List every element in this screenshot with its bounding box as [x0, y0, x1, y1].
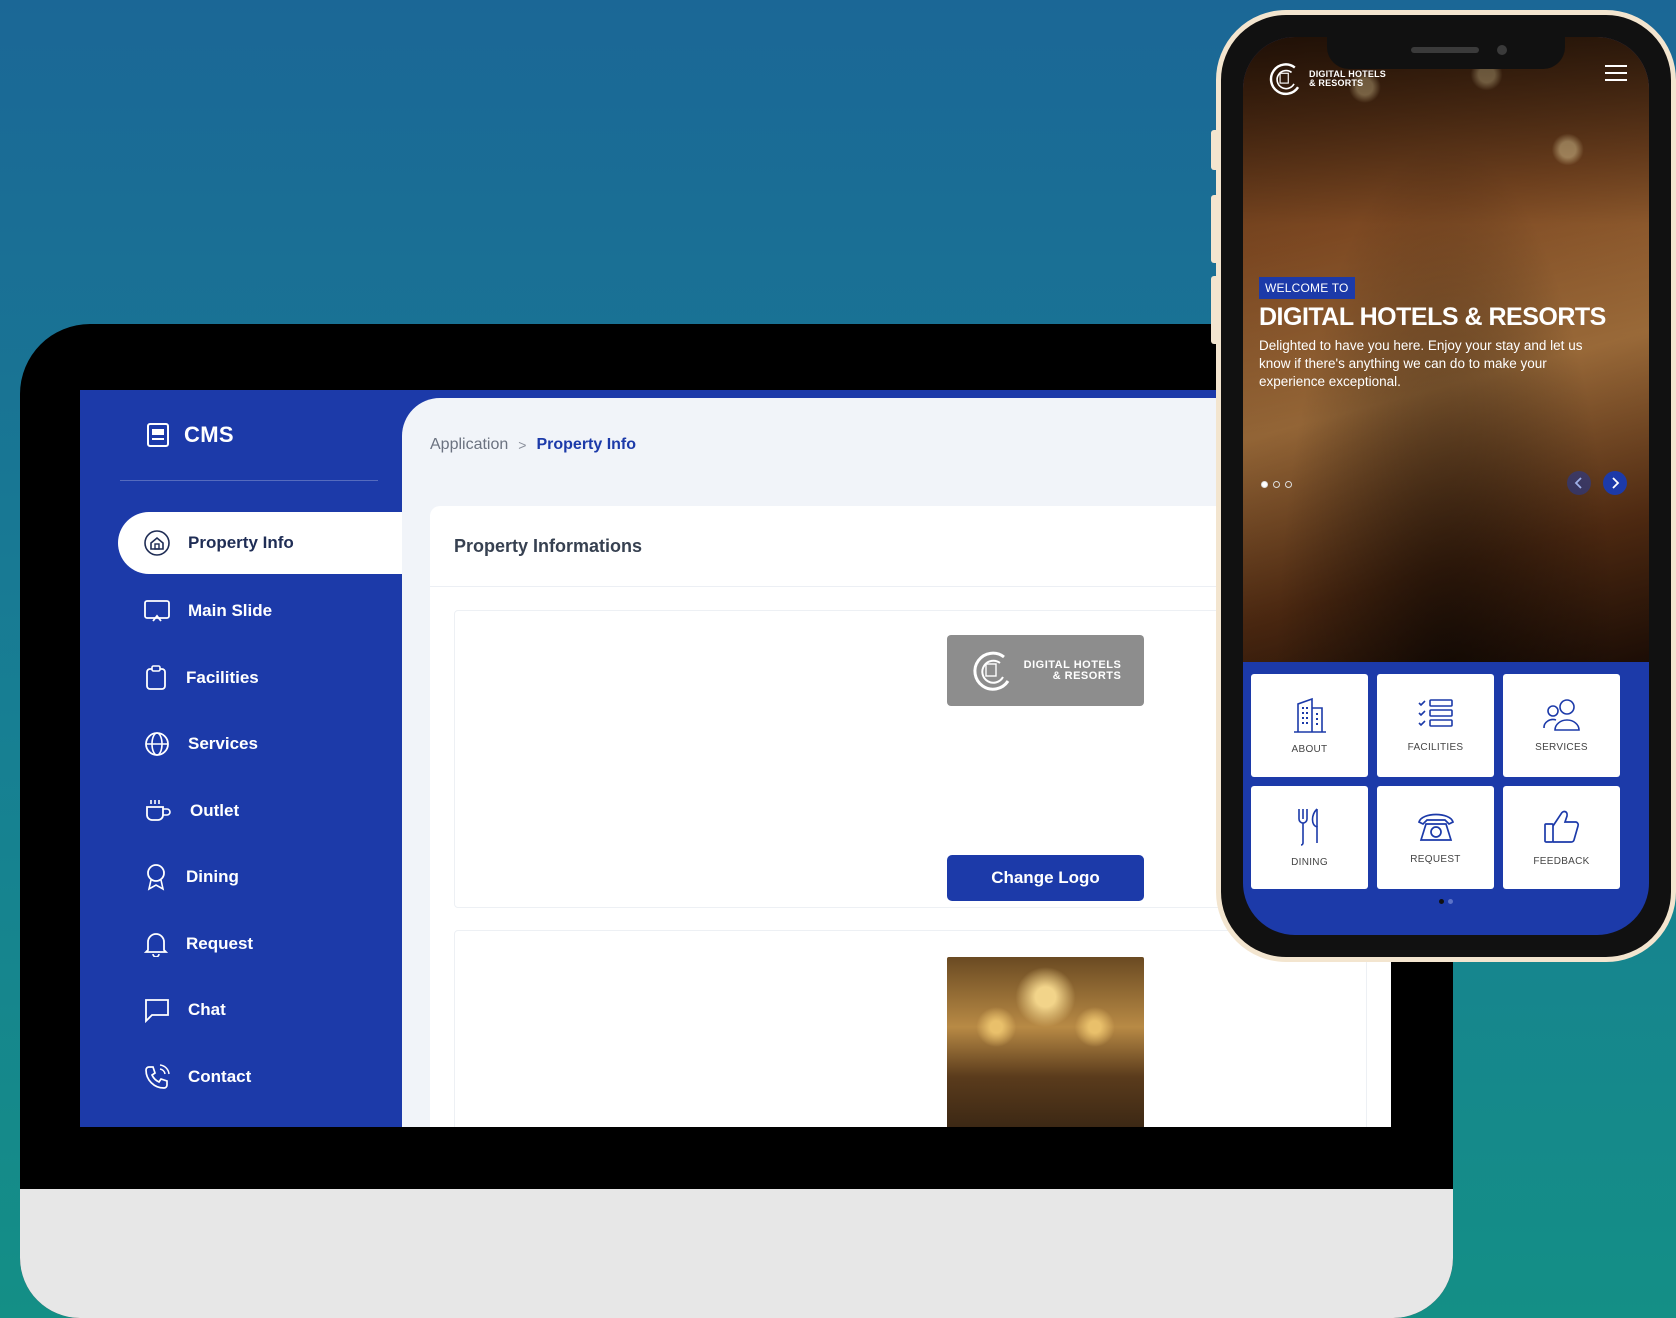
card-title: Property Informations: [454, 536, 643, 556]
slide-dots: [1261, 481, 1292, 488]
sidebar-item-label: Services: [188, 734, 258, 754]
tile-feedback[interactable]: FEEDBACK: [1503, 786, 1620, 889]
logo-preview: DIGITAL HOTELS & RESORTS: [947, 635, 1144, 706]
slide-dot[interactable]: [1273, 481, 1280, 488]
slide-icon: [144, 600, 170, 622]
cms-screen: CMS Property Info Main Slide Facilities: [80, 390, 1391, 1127]
slide-dot[interactable]: [1285, 481, 1292, 488]
sidebar-item-request[interactable]: Request: [80, 911, 402, 978]
tile-label: FEEDBACK: [1533, 856, 1590, 867]
home-icon: [144, 530, 170, 556]
sidebar-item-property-info[interactable]: Property Info: [118, 512, 402, 574]
sidebar-item-facilities[interactable]: Facilities: [80, 645, 402, 712]
sidebar-item-chat[interactable]: Chat: [80, 977, 402, 1044]
slide-dot[interactable]: [1261, 481, 1268, 488]
sidebar-item-services[interactable]: Services: [80, 711, 402, 778]
hotel-logo-icon: [973, 651, 1009, 691]
sidebar-item-label: Outlet: [190, 800, 240, 820]
brand-title: CMS: [184, 422, 234, 447]
sidebar-item-label: Property Info: [188, 533, 294, 552]
sidebar: CMS Property Info Main Slide Facilities: [80, 390, 402, 1127]
tile-label: SERVICES: [1535, 742, 1588, 753]
phone-logo-text: DIGITAL HOTELS & RESORTS: [1309, 70, 1386, 88]
welcome-badge: WELCOME TO: [1259, 277, 1355, 299]
menu-icon[interactable]: [1605, 65, 1627, 81]
logo-text: DIGITAL HOTELS & RESORTS: [1023, 658, 1122, 682]
sidebar-item-dining[interactable]: Dining: [80, 844, 402, 911]
logo-text-line1: DIGITAL HOTELS: [1023, 658, 1122, 671]
tile-request[interactable]: REQUEST: [1377, 786, 1494, 889]
thumbs-up-icon: [1543, 810, 1579, 843]
building-icon: [1293, 697, 1326, 733]
cms-logo-icon: [147, 423, 169, 447]
sidebar-nav: Property Info Main Slide Facilities Serv…: [80, 512, 402, 1110]
property-photo: [947, 957, 1144, 1127]
hero-slide: DIGITAL HOTELS & RESORTS WELCOME TO DIGI…: [1243, 37, 1649, 662]
tile-services[interactable]: SERVICES: [1503, 674, 1620, 777]
tile-dining[interactable]: DINING: [1251, 786, 1368, 889]
hotel-logo-icon: [1269, 63, 1300, 96]
sidebar-item-label: Dining: [186, 867, 239, 887]
breadcrumb-current: Property Info: [536, 436, 637, 453]
sidebar-item-outlet[interactable]: Outlet: [80, 778, 402, 845]
tile-label: DINING: [1291, 857, 1328, 868]
sidebar-item-label: Main Slide: [188, 601, 273, 621]
coffee-icon: [146, 799, 171, 821]
telephone-icon: [1417, 813, 1454, 841]
tile-facilities[interactable]: FACILITIES: [1377, 674, 1494, 777]
phone-logo-line2: & RESORTS: [1309, 78, 1364, 88]
utensils-icon: [1297, 808, 1318, 846]
logo-text-line2: & RESORTS: [1052, 669, 1122, 682]
page-dot[interactable]: [1439, 899, 1444, 904]
sidebar-item-label: Chat: [188, 1000, 226, 1020]
brand: CMS: [146, 422, 234, 448]
chevron-right-icon: [1612, 477, 1620, 489]
hero-description: Delighted to have you here. Enjoy your s…: [1259, 338, 1583, 389]
tile-label: FACILITIES: [1407, 742, 1464, 753]
tile-label: ABOUT: [1291, 744, 1328, 755]
chat-icon: [145, 999, 169, 1024]
phone-notch: [1327, 37, 1565, 69]
image-panel: [454, 930, 1367, 1127]
prev-slide-button[interactable]: [1567, 471, 1591, 495]
sidebar-item-label: Facilities: [186, 667, 259, 687]
sidebar-item-contact[interactable]: Contact: [80, 1044, 402, 1111]
camera: [1497, 45, 1507, 55]
sidebar-item-main-slide[interactable]: Main Slide: [80, 578, 402, 645]
phone-icon: [145, 1064, 170, 1089]
phone-screen: DIGITAL HOTELS & RESORTS WELCOME TO DIGI…: [1243, 37, 1649, 935]
bell-icon: [144, 932, 168, 957]
hero-title: DIGITAL HOTELS & RESORTS: [1259, 303, 1606, 331]
mobile-phone: DIGITAL HOTELS & RESORTS WELCOME TO DIGI…: [1216, 10, 1676, 962]
checklist-icon: [1417, 699, 1453, 727]
monitor-chin: [20, 1189, 1453, 1318]
globe-icon: [145, 732, 169, 757]
speaker: [1411, 47, 1479, 53]
award-icon: [147, 864, 165, 891]
tiles-page-dots: [1439, 899, 1453, 904]
clipboard-icon: [146, 664, 166, 690]
breadcrumb: Application > Property Info: [430, 436, 636, 454]
next-slide-button[interactable]: [1603, 471, 1627, 495]
sidebar-item-label: Contact: [188, 1066, 252, 1086]
change-logo-button[interactable]: Change Logo: [947, 855, 1144, 901]
page-dot[interactable]: [1448, 899, 1453, 904]
users-icon: [1542, 699, 1580, 731]
tile-label: REQUEST: [1410, 854, 1461, 865]
chevron-left-icon: [1574, 477, 1582, 489]
menu-tiles: ABOUT FACILITIES SERVICES DINING REQUEST…: [1251, 674, 1627, 889]
breadcrumb-parent[interactable]: Application: [430, 436, 508, 454]
breadcrumb-separator: >: [518, 437, 527, 453]
tile-about[interactable]: ABOUT: [1251, 674, 1368, 777]
sidebar-item-label: Request: [186, 933, 254, 953]
divider: [120, 480, 378, 481]
